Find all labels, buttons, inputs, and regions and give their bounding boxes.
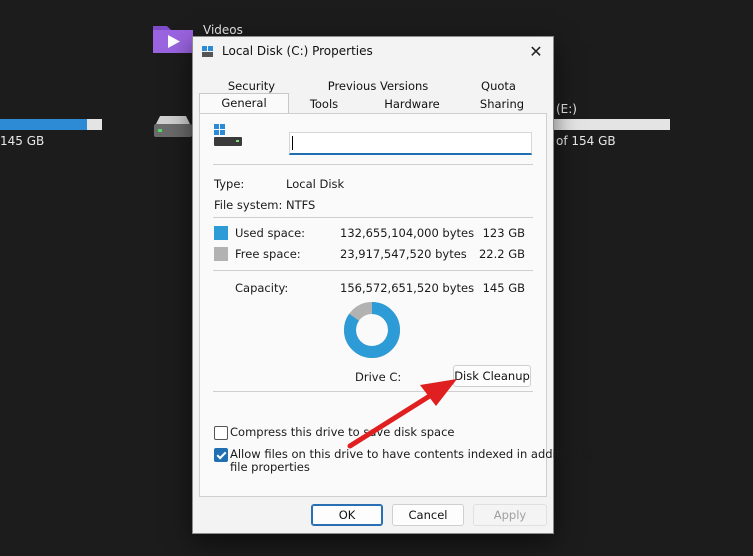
tab-sharing[interactable]: Sharing [459, 95, 545, 113]
title-bar[interactable]: Local Disk (C:) Properties ✕ [193, 37, 553, 67]
disk-usage-donut-chart [344, 302, 400, 358]
apply-button[interactable]: Apply [473, 504, 547, 526]
drive-e-label: (E:) [556, 102, 577, 116]
free-space-label: Free space: [235, 247, 301, 261]
dialog-title: Local Disk (C:) Properties [222, 44, 373, 58]
index-files-label[interactable]: Allow files on this drive to have conten… [230, 447, 593, 461]
capacity-bytes: 156,572,651,520 bytes [340, 281, 475, 295]
disk-cleanup-button[interactable]: Disk Cleanup [453, 365, 531, 387]
drive-letter-label: Drive C: [355, 370, 402, 384]
hard-drive-icon[interactable] [152, 114, 194, 140]
divider [213, 270, 533, 271]
used-space-swatch [214, 226, 228, 240]
divider [213, 164, 533, 165]
text-cursor [292, 136, 293, 150]
drive-c-usage-bar [0, 119, 102, 130]
drive-e-size-text: of 154 GB [556, 134, 616, 148]
drive-title-icon [202, 46, 213, 57]
index-files-checkbox[interactable] [214, 448, 228, 462]
divider [213, 217, 533, 218]
free-space-bytes: 23,917,547,520 bytes [340, 247, 467, 261]
used-space-label: Used space: [235, 226, 306, 240]
tab-quota[interactable]: Quota [452, 77, 545, 95]
properties-dialog: Local Disk (C:) Properties ✕ Security Pr… [192, 36, 593, 534]
videos-folder-icon[interactable] [152, 22, 194, 54]
drive-e-usage-bar [553, 119, 670, 130]
capacity-label: Capacity: [235, 281, 289, 295]
type-label: Type: [214, 177, 245, 191]
capacity-gb: 145 GB [482, 281, 525, 295]
tab-previous-versions[interactable]: Previous Versions [304, 77, 452, 95]
index-files-label-continued[interactable]: file properties [230, 460, 310, 474]
volume-name-input[interactable] [289, 132, 532, 155]
compress-drive-label[interactable]: Compress this drive to save disk space [230, 425, 454, 439]
file-system-label: File system: [214, 198, 283, 212]
videos-folder-label: Videos [203, 23, 243, 37]
free-space-gb: 22.2 GB [478, 247, 525, 261]
tab-general[interactable]: General [199, 93, 289, 115]
ok-button[interactable]: OK [311, 504, 383, 526]
used-space-gb: 123 GB [482, 226, 525, 240]
close-icon[interactable]: ✕ [529, 42, 542, 61]
tab-tools[interactable]: Tools [289, 95, 359, 113]
cancel-button[interactable]: Cancel [392, 504, 464, 526]
drive-icon [214, 124, 242, 146]
file-system-value: NTFS [286, 198, 316, 212]
drive-c-usage-fill [0, 119, 87, 130]
free-space-swatch [214, 247, 228, 261]
compress-drive-checkbox[interactable] [214, 426, 228, 440]
drive-c-size-text: 145 GB [0, 134, 45, 148]
tab-hardware[interactable]: Hardware [365, 95, 459, 113]
general-tab-panel: Type: Local Disk File system: NTFS Used … [199, 113, 593, 497]
type-value: Local Disk [286, 177, 345, 191]
used-space-bytes: 132,655,104,000 bytes [340, 226, 475, 240]
close-button[interactable]: ✕ [519, 37, 553, 67]
divider [213, 391, 533, 392]
